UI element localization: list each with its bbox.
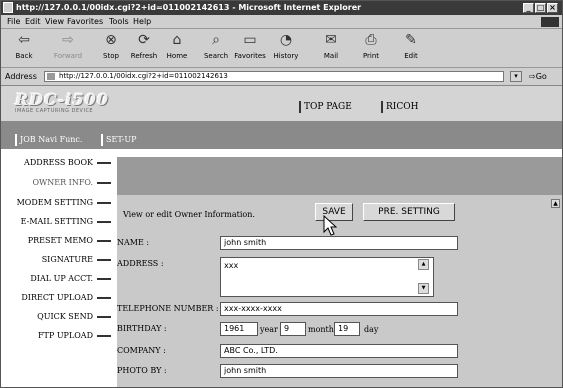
birth-month-field[interactable]: 9 [280, 322, 306, 336]
owner-info-panel: ▲ View or edit Owner Information. SAVE P… [117, 157, 562, 387]
birth-year-field[interactable]: 1961 [220, 322, 258, 336]
tab-setup[interactable]: SET-UP [101, 134, 136, 146]
photo-by-label: PHOTO BY : [117, 366, 167, 375]
sidebar-item-direct-upload[interactable]: DIRECT UPLOAD [21, 293, 111, 303]
favorites-folder-icon: ▭ [243, 32, 257, 48]
company-field[interactable]: ABC Co., LTD. [220, 344, 458, 358]
title-bar: http://127.0.0.1/00idx.cgi?2+id=01100214… [1, 1, 562, 15]
name-label: NAME : [117, 238, 150, 247]
top-page-link[interactable]: TOP PAGE [299, 101, 352, 113]
edit-icon: ✎ [405, 32, 417, 48]
sidebar-item-owner-info[interactable]: OWNER INFO. [32, 178, 111, 188]
favorites-button[interactable]: ▭ Favorites [233, 29, 267, 67]
textarea-scroll-up-icon[interactable]: ▲ [418, 259, 429, 270]
menu-edit[interactable]: Edit [25, 15, 41, 28]
year-label: year [260, 325, 278, 334]
sidebar-item-ftp-upload[interactable]: FTP UPLOAD [38, 331, 111, 341]
page-icon [47, 73, 55, 80]
company-label: COMPANY : [117, 346, 166, 355]
go-button[interactable]: ⇨Go [529, 68, 547, 85]
sidebar-item-quick-send[interactable]: QUICK SEND [37, 312, 111, 322]
mail-icon: ✉ [325, 32, 337, 48]
ie-icon [3, 2, 13, 13]
go-arrow-icon: ⇨ [529, 72, 536, 81]
birth-day-field[interactable]: 19 [334, 322, 360, 336]
maximize-button[interactable]: □ [535, 3, 546, 13]
scroll-up-arrow-icon[interactable]: ▲ [551, 199, 560, 208]
mouse-cursor-icon [323, 215, 337, 236]
windows-logo-icon [541, 17, 559, 27]
birthday-label: BIRTHDAY : [117, 324, 167, 333]
back-button[interactable]: ⇦ Back [7, 29, 41, 67]
minimize-button[interactable]: _ [523, 3, 534, 13]
page-header: RDC-i500 IMAGE CAPTURING DEVICE TOP PAGE… [1, 86, 562, 121]
browser-window: http://127.0.0.1/00idx.cgi?2+id=01100214… [0, 0, 563, 388]
textarea-scroll-down-icon[interactable]: ▼ [418, 283, 429, 294]
month-label: month [308, 325, 334, 334]
toolbar: ⇦ Back ⇨ Forward ⊗ Stop ⟳ Refresh ⌂ Home… [1, 29, 562, 68]
printer-icon: ⎙ [365, 32, 377, 48]
window-title: http://127.0.0.1/00idx.cgi?2+id=01100214… [16, 3, 362, 12]
refresh-button[interactable]: ⟳ Refresh [127, 29, 161, 67]
sidebar-item-modem-setting[interactable]: MODEM SETTING [17, 198, 111, 208]
address-bar: Address http://127.0.0.1/00idx.cgi?2+id=… [1, 68, 562, 86]
edit-button[interactable]: ✎ Edit [394, 29, 428, 67]
sidebar-item-address-book[interactable]: ADDRESS BOOK [24, 158, 111, 168]
menu-help[interactable]: Help [133, 15, 151, 28]
menu-bar: File Edit View Favorites Tools Help [1, 15, 562, 29]
logo: RDC-i500 [15, 90, 110, 109]
instruction-text: View or edit Owner Information. [123, 210, 255, 219]
home-icon: ⌂ [172, 32, 182, 48]
forward-button[interactable]: ⇨ Forward [51, 29, 85, 67]
address-dropdown-button[interactable]: ▾ [510, 71, 522, 82]
menu-file[interactable]: File [7, 15, 20, 28]
telephone-field[interactable]: xxx-xxxx-xxxx [220, 302, 458, 316]
menu-favorites[interactable]: Favorites [67, 15, 103, 28]
sidebar-item-dial-up-acct[interactable]: DIAL UP ACCT. [30, 274, 111, 284]
ricoh-link[interactable]: RICOH [381, 101, 418, 113]
address-input[interactable]: http://127.0.0.1/00idx.cgi?2+id=01100214… [44, 71, 504, 82]
photo-by-field[interactable]: john smith [220, 364, 458, 378]
day-label: day [364, 325, 379, 334]
history-icon: ◔ [279, 32, 293, 48]
address-field-label: ADDRESS : [117, 259, 164, 268]
pre-setting-button[interactable]: PRE. SETTING [363, 203, 455, 221]
name-field[interactable]: john smith [220, 236, 458, 250]
web-page: RDC-i500 IMAGE CAPTURING DEVICE TOP PAGE… [1, 86, 562, 387]
print-button[interactable]: ⎙ Print [354, 29, 388, 67]
stop-icon: ⊗ [105, 32, 117, 48]
stop-button[interactable]: ⊗ Stop [94, 29, 128, 67]
close-button[interactable]: × [547, 3, 558, 13]
menu-view[interactable]: View [45, 15, 64, 28]
sidebar-item-preset-memo[interactable]: PRESET MEMO [28, 236, 111, 246]
menu-tools[interactable]: Tools [109, 15, 129, 28]
sidebar-item-email-setting[interactable]: E-MAIL SETTING [21, 217, 111, 227]
logo-subtitle: IMAGE CAPTURING DEVICE [15, 108, 94, 114]
tab-job-navi[interactable]: JOB Navi Func. [15, 134, 82, 146]
back-arrow-icon: ⇦ [18, 32, 30, 48]
refresh-icon: ⟳ [138, 32, 150, 48]
forward-arrow-icon: ⇨ [62, 32, 74, 48]
home-button[interactable]: ⌂ Home [160, 29, 194, 67]
address-textarea[interactable]: xxx [220, 257, 434, 297]
telephone-label: TELEPHONE NUMBER : [117, 304, 219, 313]
mail-button[interactable]: ✉ Mail [314, 29, 348, 67]
sidebar: ADDRESS BOOK OWNER INFO. MODEM SETTING E… [1, 149, 117, 387]
address-label: Address [5, 72, 37, 81]
search-button[interactable]: ⌕ Search [199, 29, 233, 67]
search-icon: ⌕ [212, 32, 220, 48]
history-button[interactable]: ◔ History [269, 29, 303, 67]
tab-bar: JOB Navi Func. SET-UP [1, 121, 562, 149]
sidebar-item-signature[interactable]: SIGNATURE [42, 255, 111, 265]
panel-header [117, 157, 562, 195]
